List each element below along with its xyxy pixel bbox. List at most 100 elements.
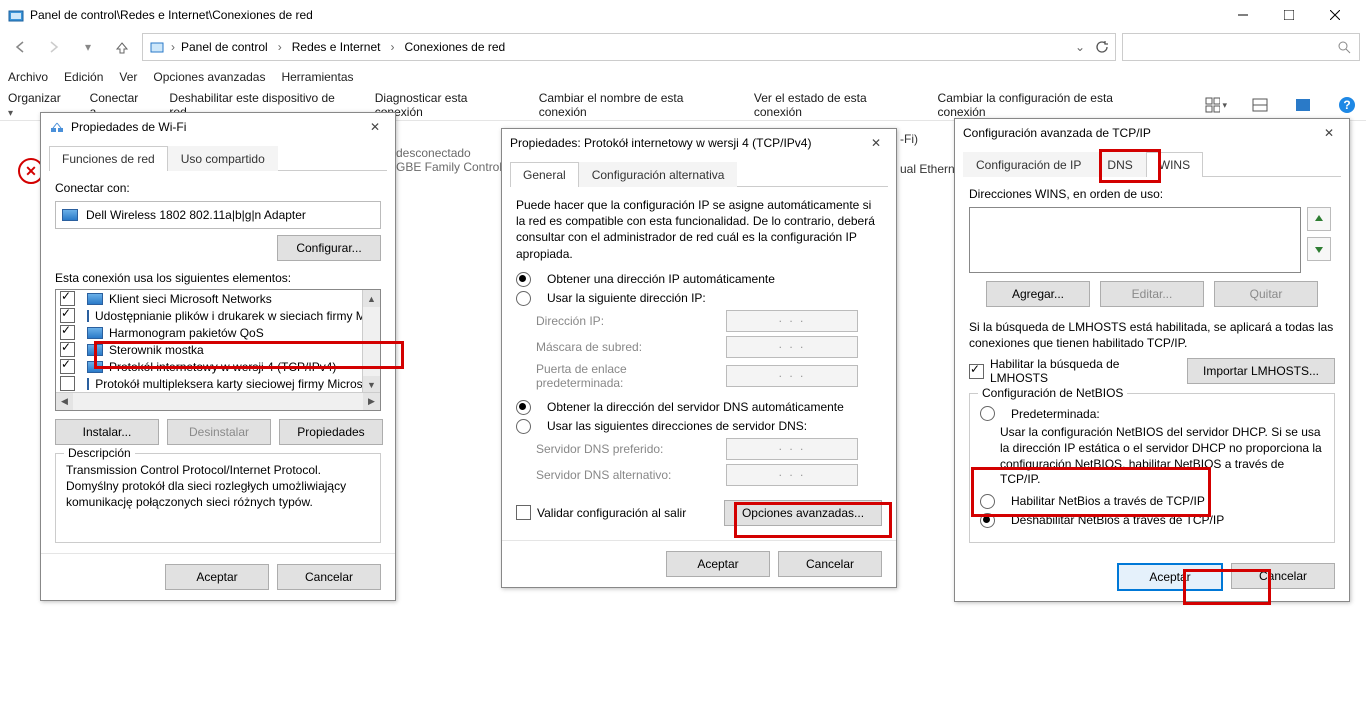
- breadcrumb-item[interactable]: Panel de control: [181, 40, 268, 54]
- close-icon[interactable]: ✕: [1317, 121, 1341, 145]
- radio-auto-dns[interactable]: [516, 400, 531, 415]
- tab-uso-compartido[interactable]: Uso compartido: [168, 146, 278, 171]
- radio-static-dns[interactable]: [516, 419, 531, 434]
- breadcrumb-item[interactable]: Conexiones de red: [404, 40, 505, 54]
- radio-label[interactable]: Usar las siguientes direcciones de servi…: [547, 419, 807, 433]
- accept-button[interactable]: Aceptar: [666, 551, 770, 577]
- menu-opciones[interactable]: Opciones avanzadas: [153, 70, 265, 84]
- checkbox[interactable]: [60, 376, 75, 391]
- tab-ip-config[interactable]: Configuración de IP: [963, 152, 1094, 177]
- description-heading: Descripción: [64, 446, 135, 460]
- uses-elements-label: Esta conexión usa los siguientes element…: [55, 271, 381, 285]
- list-item[interactable]: Sterownik mostka: [109, 343, 204, 357]
- accept-button[interactable]: Aceptar: [1117, 563, 1223, 591]
- search-icon: [1337, 40, 1351, 54]
- cmd-diagnosticar[interactable]: Diagnosticar esta conexión: [375, 91, 517, 119]
- cmd-estado[interactable]: Ver el estado de esta conexión: [754, 91, 916, 119]
- checkbox[interactable]: [60, 291, 75, 306]
- close-button[interactable]: [1312, 0, 1358, 30]
- checkbox[interactable]: [60, 359, 75, 374]
- radio-auto-ip[interactable]: [516, 272, 531, 287]
- view-options-icon[interactable]: ▾: [1205, 94, 1227, 116]
- cancel-button[interactable]: Cancelar: [778, 551, 882, 577]
- move-up-button[interactable]: [1307, 207, 1331, 231]
- advanced-button[interactable]: Opciones avanzadas...: [724, 500, 882, 526]
- tab-general[interactable]: General: [510, 162, 579, 187]
- edit-button[interactable]: Editar...: [1100, 281, 1204, 307]
- cmd-renombrar[interactable]: Cambiar el nombre de esta conexión: [539, 91, 732, 119]
- menu-bar: Archivo Edición Ver Opciones avanzadas H…: [0, 64, 1366, 90]
- mask-input: . . .: [726, 336, 858, 358]
- add-button[interactable]: Agregar...: [986, 281, 1090, 307]
- radio-label[interactable]: Deshabilitar NetBios a través de TCP/IP: [1011, 513, 1224, 527]
- tab-wins[interactable]: WINS: [1146, 152, 1203, 177]
- radio-default[interactable]: [980, 406, 995, 421]
- refresh-icon[interactable]: [1095, 40, 1109, 54]
- list-item[interactable]: Protokół multipleksera karty sieciowej f…: [95, 377, 376, 391]
- intro-text: Puede hacer que la configuración IP se a…: [516, 197, 882, 262]
- list-item[interactable]: Protokół internetowy w wersji 4 (TCP/IPv…: [109, 360, 336, 374]
- checkbox[interactable]: [60, 342, 75, 357]
- component-icon: [87, 378, 89, 390]
- wins-listbox[interactable]: [969, 207, 1301, 273]
- menu-herramientas[interactable]: Herramientas: [281, 70, 353, 84]
- uninstall-button[interactable]: Desinstalar: [167, 419, 271, 445]
- preview-pane-icon[interactable]: [1293, 94, 1315, 116]
- component-icon: [87, 344, 103, 356]
- list-item[interactable]: Udostępnianie plików i drukarek w siecia…: [95, 309, 381, 323]
- cancel-button[interactable]: Cancelar: [277, 564, 381, 590]
- cancel-button[interactable]: Cancelar: [1231, 563, 1335, 589]
- components-listbox[interactable]: Klient sieci Microsoft Networks Udostępn…: [55, 289, 381, 411]
- breadcrumb-item[interactable]: Redes e Internet: [292, 40, 381, 54]
- radio-label[interactable]: Habilitar NetBios a través de TCP/IP: [1011, 494, 1205, 508]
- vertical-scrollbar[interactable]: ▲▼: [362, 290, 380, 393]
- import-lmhosts-button[interactable]: Importar LMHOSTS...: [1187, 358, 1335, 384]
- menu-edicion[interactable]: Edición: [64, 70, 103, 84]
- validate-checkbox[interactable]: [516, 505, 531, 520]
- radio-label[interactable]: Usar la siguiente dirección IP:: [547, 291, 706, 305]
- radio-static-ip[interactable]: [516, 291, 531, 306]
- checkbox[interactable]: [60, 325, 75, 340]
- minimize-button[interactable]: [1220, 0, 1266, 30]
- forward-button[interactable]: [40, 33, 68, 61]
- remove-button[interactable]: Quitar: [1214, 281, 1318, 307]
- move-down-button[interactable]: [1307, 237, 1331, 261]
- up-button[interactable]: [108, 33, 136, 61]
- tab-alt-config[interactable]: Configuración alternativa: [579, 162, 738, 187]
- chevron-down-icon[interactable]: ⌄: [1075, 40, 1085, 54]
- search-input[interactable]: [1122, 33, 1360, 61]
- tcpip-advanced-dialog: Configuración avanzada de TCP/IP ✕ Confi…: [954, 118, 1350, 602]
- checkbox[interactable]: [60, 308, 75, 323]
- bg-item-device: GBE Family Controll: [396, 160, 505, 174]
- tab-dns[interactable]: DNS: [1094, 152, 1145, 177]
- lmhosts-checkbox[interactable]: [969, 364, 984, 379]
- horizontal-scrollbar[interactable]: ◀▶: [56, 392, 380, 410]
- list-item[interactable]: Klient sieci Microsoft Networks: [109, 292, 272, 306]
- maximize-button[interactable]: [1266, 0, 1312, 30]
- address-bar[interactable]: › Panel de control› Redes e Internet› Co…: [142, 33, 1116, 61]
- install-button[interactable]: Instalar...: [55, 419, 159, 445]
- menu-archivo[interactable]: Archivo: [8, 70, 48, 84]
- tab-funciones[interactable]: Funciones de red: [49, 146, 168, 171]
- menu-ver[interactable]: Ver: [119, 70, 137, 84]
- details-pane-icon[interactable]: [1249, 94, 1271, 116]
- radio-disable-netbios[interactable]: [980, 513, 995, 528]
- configure-button[interactable]: Configurar...: [277, 235, 381, 261]
- field-label: Dirección IP:: [536, 314, 716, 328]
- properties-button[interactable]: Propiedades: [279, 419, 383, 445]
- recent-dropdown[interactable]: ▾: [74, 33, 102, 61]
- lmhosts-label[interactable]: Habilitar la búsqueda de LMHOSTS: [990, 357, 1177, 385]
- back-button[interactable]: [6, 33, 34, 61]
- cmd-cambiarconf[interactable]: Cambiar la configuración de esta conexió…: [938, 91, 1161, 119]
- help-icon[interactable]: ?: [1336, 94, 1358, 116]
- default-desc: Usar la configuración NetBIOS del servid…: [980, 425, 1324, 487]
- radio-label[interactable]: Obtener una dirección IP automáticamente: [547, 272, 775, 286]
- close-icon[interactable]: ✕: [864, 131, 888, 155]
- radio-label[interactable]: Predeterminada:: [1011, 407, 1100, 421]
- validate-label[interactable]: Validar configuración al salir: [537, 506, 686, 520]
- list-item[interactable]: Harmonogram pakietów QoS: [109, 326, 264, 340]
- radio-label[interactable]: Obtener la dirección del servidor DNS au…: [547, 400, 844, 414]
- accept-button[interactable]: Aceptar: [165, 564, 269, 590]
- close-icon[interactable]: ✕: [363, 115, 387, 139]
- radio-enable-netbios[interactable]: [980, 494, 995, 509]
